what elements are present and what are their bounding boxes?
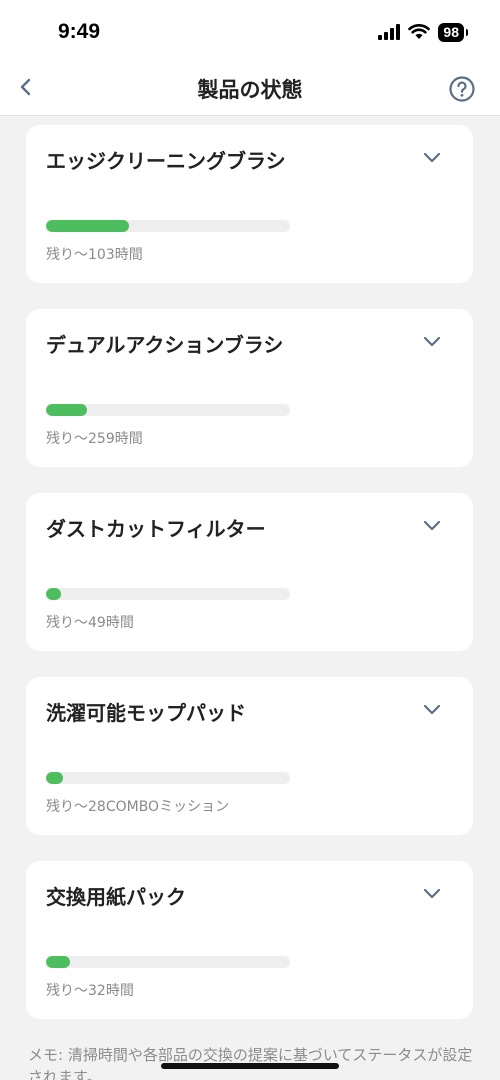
help-icon[interactable]: [448, 75, 476, 103]
part-name: 交換用紙パック: [46, 885, 186, 909]
chevron-down-icon[interactable]: [421, 885, 443, 901]
remaining-life: 残り〜103時間: [46, 247, 143, 263]
status-time: 9:49: [58, 20, 101, 43]
life-progress-bar: [46, 404, 290, 416]
part-card-mop-pad[interactable]: 洗濯可能モップパッド 残り〜28COMBOミッション: [26, 677, 473, 835]
home-indicator[interactable]: [161, 1063, 339, 1069]
nav-bar: 製品の状態: [0, 62, 500, 116]
part-name: ダストカットフィルター: [46, 517, 266, 541]
status-bar: 9:49 98: [0, 0, 500, 62]
chevron-down-icon[interactable]: [421, 149, 443, 165]
life-progress-fill: [46, 404, 88, 416]
cellular-signal-icon: [378, 24, 401, 40]
life-progress-bar: [46, 220, 290, 232]
chevron-down-icon[interactable]: [421, 333, 443, 349]
part-card-paper-bag[interactable]: 交換用紙パック 残り〜32時間: [26, 861, 473, 1019]
life-progress-fill: [46, 220, 129, 232]
remaining-life: 残り〜259時間: [46, 431, 143, 447]
chevron-down-icon[interactable]: [421, 517, 443, 533]
part-card-dual-action-brush[interactable]: デュアルアクションブラシ 残り〜259時間: [26, 309, 473, 467]
battery-indicator: 98: [438, 22, 468, 42]
remaining-life: 残り〜32時間: [46, 983, 134, 999]
life-progress-fill: [46, 956, 71, 968]
part-name: デュアルアクションブラシ: [46, 333, 284, 357]
life-progress-bar: [46, 956, 290, 968]
life-progress-fill: [46, 772, 64, 784]
chevron-down-icon[interactable]: [421, 701, 443, 717]
part-card-edge-brush[interactable]: エッジクリーニングブラシ 残り〜103時間: [26, 125, 473, 283]
part-card-dust-filter[interactable]: ダストカットフィルター 残り〜49時間: [26, 493, 473, 651]
part-name: 洗濯可能モップパッド: [46, 701, 246, 725]
remaining-life: 残り〜49時間: [46, 615, 134, 631]
page-title: 製品の状態: [197, 78, 303, 102]
status-icons: 98: [378, 22, 468, 42]
wifi-icon: [408, 24, 431, 39]
life-progress-fill: [46, 588, 61, 600]
part-name: エッジクリーニングブラシ: [46, 149, 286, 173]
remaining-life: 残り〜28COMBOミッション: [46, 799, 230, 815]
status-note: メモ: 清掃時間や各部品の交換の提案に基づいてステータスが設定されます。: [28, 1046, 473, 1080]
life-progress-bar: [46, 588, 290, 600]
life-progress-bar: [46, 772, 290, 784]
